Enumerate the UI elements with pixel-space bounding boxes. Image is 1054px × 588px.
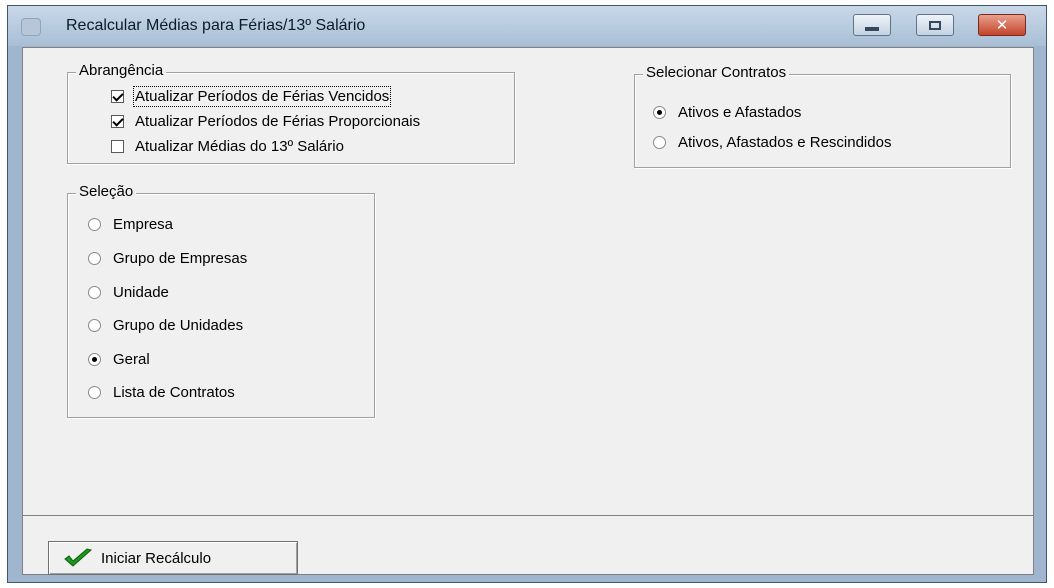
minimize-button[interactable] (853, 14, 891, 36)
radio-button[interactable] (88, 352, 101, 366)
radio-button[interactable] (88, 318, 101, 332)
app-icon (21, 18, 41, 36)
checkbox-box[interactable] (111, 139, 124, 153)
radio-grupo-unidades[interactable]: Grupo de Unidades (88, 315, 243, 335)
options-panel: Abrangência Atualizar Períodos de Férias… (23, 48, 1033, 516)
radio-label: Grupo de Empresas (113, 249, 248, 267)
checkbox-label: Atualizar Períodos de Férias Vencidos (132, 85, 392, 107)
abrangencia-title: Abrangência (76, 62, 167, 79)
radio-unidade[interactable]: Unidade (88, 282, 169, 302)
radio-label: Ativos, Afastados e Rescindidos (678, 133, 892, 151)
radio-label: Ativos e Afastados (678, 103, 802, 121)
radio-label: Geral (113, 350, 150, 368)
abrangencia-group: Abrangência Atualizar Períodos de Férias… (67, 62, 515, 164)
checkbox-box[interactable] (111, 114, 124, 128)
radio-button[interactable] (88, 217, 101, 231)
dialog-window: Recalcular Médias para Férias/13º Salári… (7, 5, 1047, 583)
selecao-title: Seleção (76, 183, 137, 200)
selecao-group: Seleção Empresa Grupo de Empresas Unidad… (67, 183, 375, 418)
contratos-title: Selecionar Contratos (643, 64, 790, 81)
dialog-client-area: Abrangência Atualizar Períodos de Férias… (22, 47, 1034, 575)
checkbox-medias-13[interactable]: Atualizar Médias do 13º Salário (111, 136, 344, 156)
checkbox-label: Atualizar Períodos de Férias Proporciona… (135, 112, 421, 130)
maximize-button[interactable] (916, 14, 954, 36)
checkbox-label: Atualizar Médias do 13º Salário (135, 137, 344, 155)
checkbox-box[interactable] (111, 89, 124, 103)
radio-button[interactable] (88, 251, 101, 265)
radio-empresa[interactable]: Empresa (88, 214, 173, 234)
start-recalc-button[interactable]: Iniciar Recálculo (48, 541, 298, 575)
action-bar: Iniciar Recálculo (23, 516, 1033, 575)
radio-button[interactable] (653, 105, 666, 119)
radio-lista-contratos[interactable]: Lista de Contratos (88, 382, 235, 402)
radio-button[interactable] (653, 135, 666, 149)
close-button[interactable]: ✕ (978, 14, 1026, 36)
radio-button[interactable] (88, 285, 101, 299)
radio-geral[interactable]: Geral (88, 349, 150, 369)
radio-label: Grupo de Unidades (113, 316, 244, 334)
radio-label: Empresa (113, 215, 174, 233)
contratos-group: Selecionar Contratos Ativos e Afastados … (634, 64, 1011, 168)
title-bar[interactable]: Recalcular Médias para Férias/13º Salári… (8, 6, 1046, 46)
minimize-icon (865, 27, 879, 31)
window-title: Recalcular Médias para Férias/13º Salári… (66, 17, 366, 34)
maximize-icon (929, 20, 941, 30)
radio-label: Lista de Contratos (113, 383, 235, 401)
checkbox-ferias-proporcionais[interactable]: Atualizar Períodos de Férias Proporciona… (111, 111, 420, 131)
checkmark-icon (64, 548, 93, 567)
radio-ativos-afastados-rescindidos[interactable]: Ativos, Afastados e Rescindidos (653, 132, 891, 152)
start-recalc-label: Iniciar Recálculo (101, 549, 212, 567)
radio-grupo-empresas[interactable]: Grupo de Empresas (88, 248, 247, 268)
radio-label: Unidade (113, 283, 169, 301)
radio-button[interactable] (88, 385, 101, 399)
close-icon: ✕ (995, 15, 1009, 34)
checkbox-ferias-vencidos[interactable]: Atualizar Períodos de Férias Vencidos (111, 85, 392, 107)
radio-ativos-afastados[interactable]: Ativos e Afastados (653, 102, 801, 122)
